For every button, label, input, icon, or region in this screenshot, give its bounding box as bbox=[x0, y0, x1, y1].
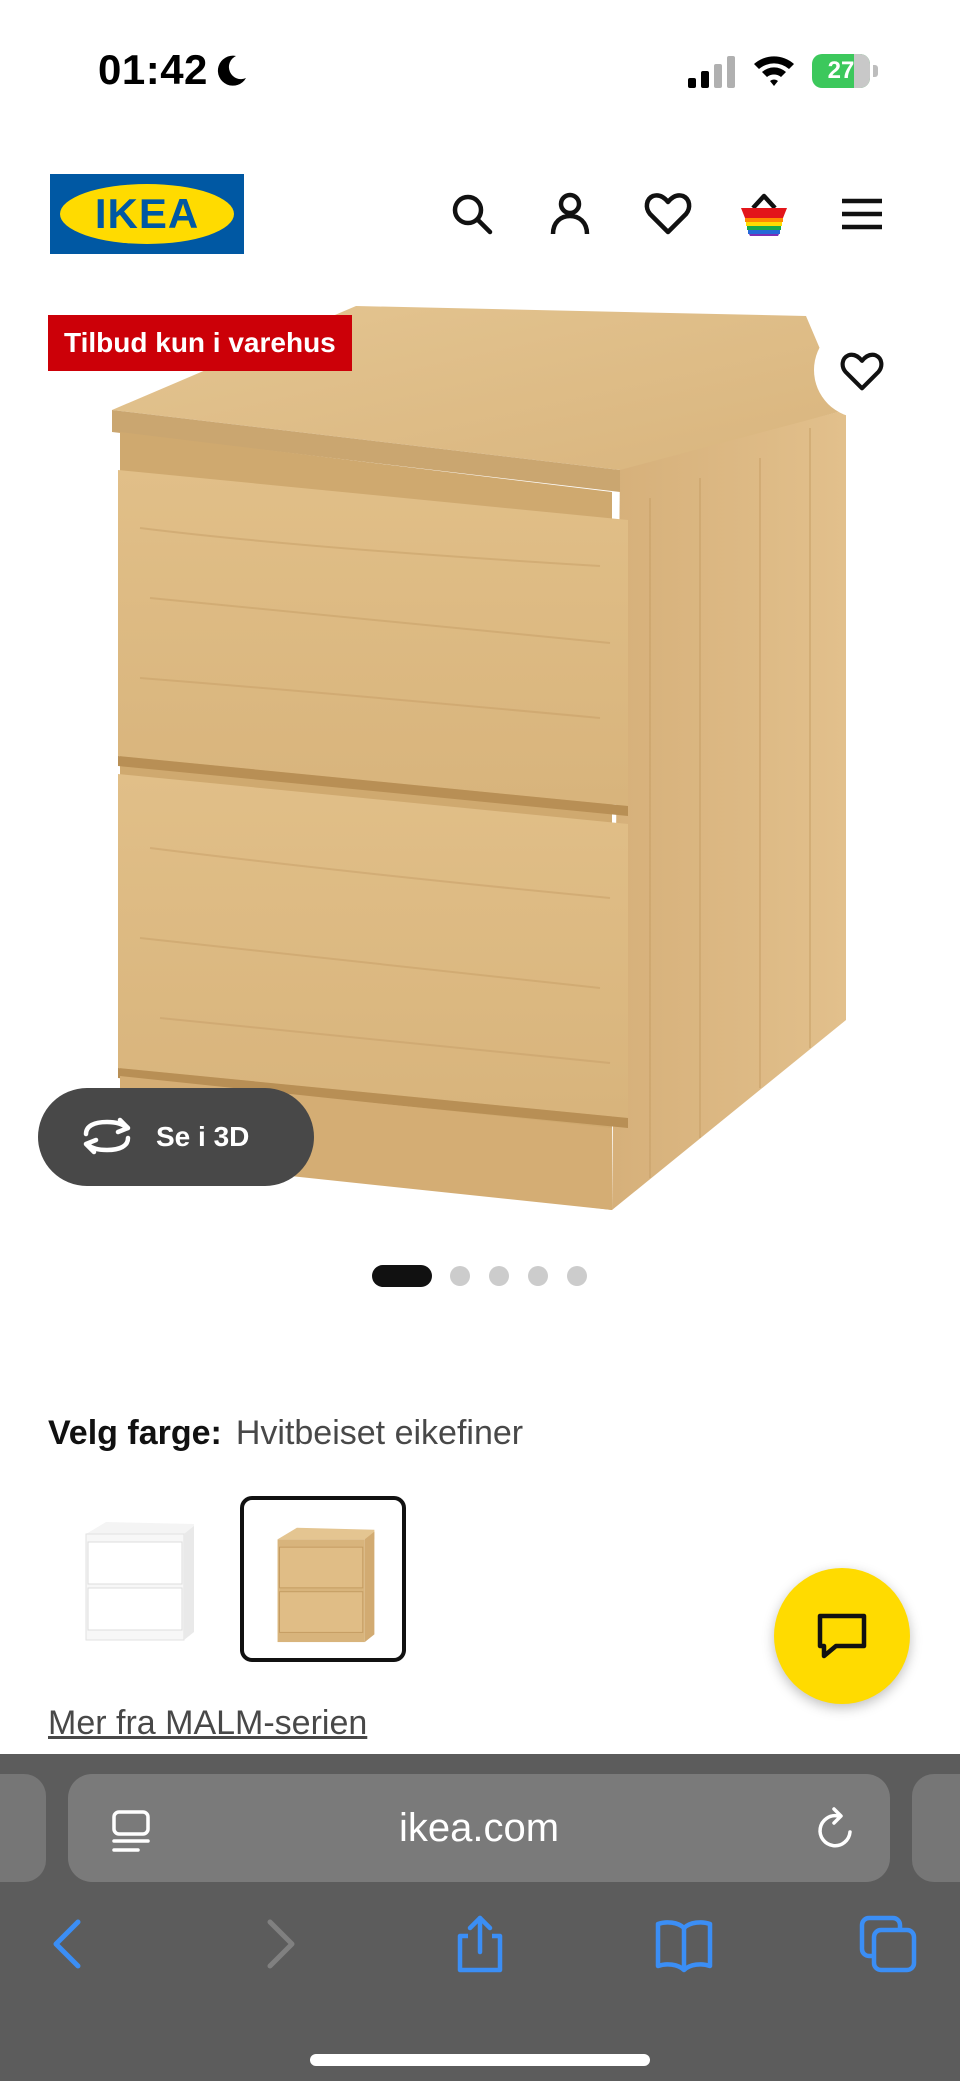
status-time: 01:42 bbox=[98, 46, 208, 93]
back-icon[interactable] bbox=[40, 1914, 100, 1974]
forward-icon[interactable] bbox=[248, 1914, 308, 1974]
chat-button[interactable] bbox=[774, 1568, 910, 1704]
white-nightstand-thumbnail bbox=[85, 1522, 194, 1641]
account-icon[interactable] bbox=[544, 188, 596, 240]
logo-text: IKEA bbox=[94, 190, 200, 237]
selected-color-value: Hvitbeiset eikefiner bbox=[235, 1414, 524, 1452]
wifi-icon bbox=[754, 56, 794, 86]
reload-icon[interactable] bbox=[814, 1806, 858, 1852]
cellular-signal-icon bbox=[688, 56, 735, 88]
url-text: ikea.com bbox=[398, 1806, 560, 1850]
battery-level: 27 bbox=[827, 57, 855, 84]
color-selection-row: Velg farge: Hvitbeiset eikefiner bbox=[48, 1414, 523, 1464]
battery-cap bbox=[873, 65, 878, 77]
series-link[interactable]: Mer fra MALM-serien bbox=[48, 1704, 367, 1743]
status-bar: 01:42 27 bbox=[0, 0, 960, 140]
heart-icon bbox=[840, 352, 884, 391]
carousel-dot-3[interactable] bbox=[489, 1266, 509, 1286]
previous-tab-preview[interactable] bbox=[0, 1774, 46, 1882]
ikea-logo[interactable]: IKEA bbox=[50, 174, 244, 254]
color-swatch-white-stained-oak[interactable] bbox=[240, 1496, 406, 1662]
search-icon[interactable] bbox=[446, 188, 498, 240]
color-swatch-white[interactable] bbox=[56, 1496, 222, 1662]
chat-icon bbox=[817, 1613, 867, 1659]
next-tab-preview[interactable] bbox=[912, 1774, 960, 1882]
view-in-3d-button[interactable]: Se i 3D bbox=[38, 1088, 314, 1186]
carousel-dot-2[interactable] bbox=[450, 1266, 470, 1286]
promo-badge: Tilbud kun i varehus bbox=[48, 315, 352, 371]
add-to-favourites-button[interactable] bbox=[814, 322, 910, 418]
share-icon[interactable] bbox=[450, 1914, 510, 1974]
moon-icon bbox=[217, 55, 246, 86]
carousel-dot-4[interactable] bbox=[528, 1266, 548, 1286]
carousel-dot-5[interactable] bbox=[567, 1266, 587, 1286]
home-indicator[interactable] bbox=[310, 2054, 650, 2066]
browser-toolbar: ikea.com bbox=[0, 1754, 960, 2081]
color-heading: Velg farge: bbox=[48, 1414, 222, 1452]
menu-icon[interactable] bbox=[836, 188, 888, 240]
battery-body: 27 bbox=[812, 54, 870, 88]
rotate-3d-icon bbox=[83, 1117, 131, 1155]
view-in-3d-label: Se i 3D bbox=[156, 1121, 250, 1152]
page: 01:42 27 IKEA Tilbud kun i varehus Se i … bbox=[0, 0, 960, 2081]
oak-nightstand-thumbnail bbox=[277, 1527, 375, 1643]
tabs-icon[interactable] bbox=[858, 1914, 918, 1974]
battery-indicator: 27 bbox=[812, 54, 880, 88]
favourites-icon[interactable] bbox=[642, 188, 694, 240]
basket-icon[interactable] bbox=[738, 188, 790, 240]
bookmarks-icon[interactable] bbox=[654, 1914, 714, 1974]
carousel-dot-1[interactable] bbox=[372, 1265, 432, 1287]
site-header: IKEA bbox=[0, 160, 960, 270]
address-bar[interactable]: ikea.com bbox=[68, 1774, 890, 1882]
